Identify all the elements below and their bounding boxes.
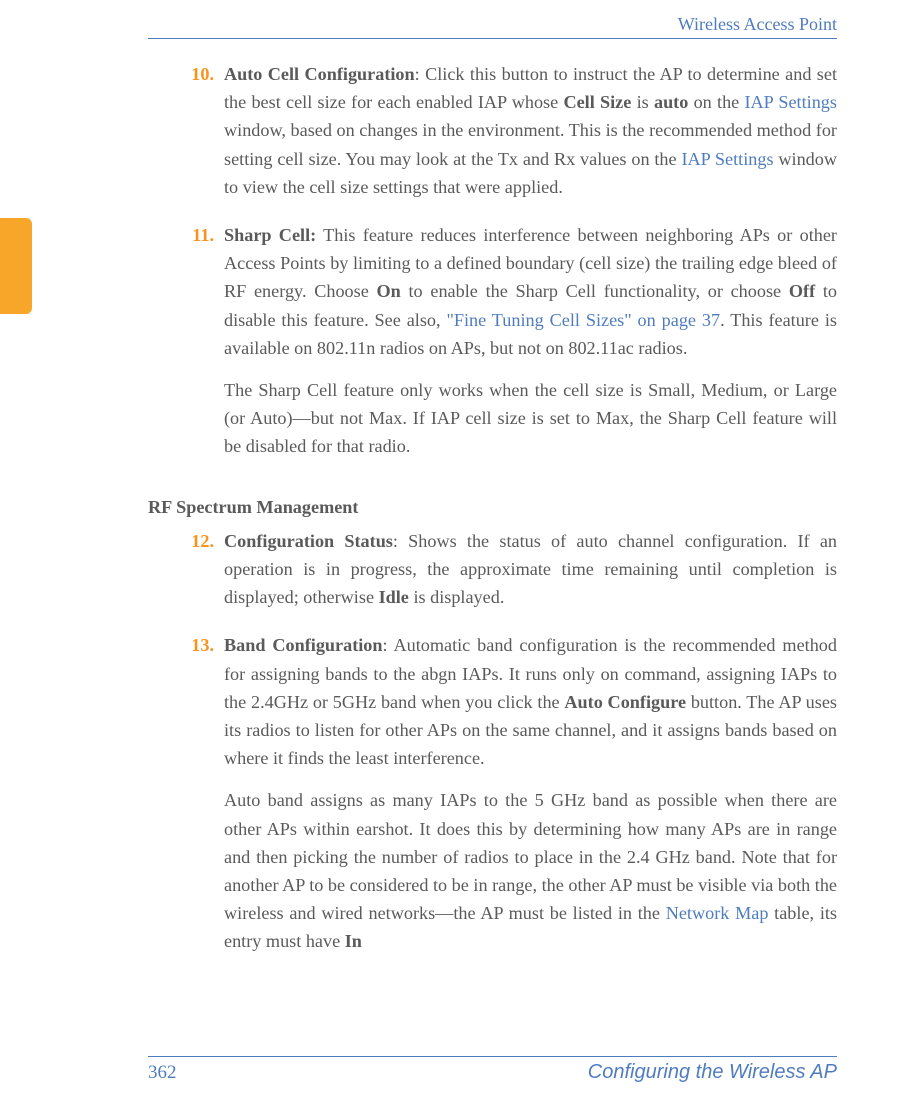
item-number: 10. xyxy=(176,60,214,88)
body-content: 10. Auto Cell Configuration: Click this … xyxy=(148,54,837,1024)
list-item-13: 13. Band Configuration: Automatic band c… xyxy=(148,631,837,969)
bold-text: Off xyxy=(789,281,815,301)
link-fine-tuning-cell-sizes[interactable]: "Fine Tuning Cell Sizes" on page 37 xyxy=(446,310,720,330)
bold-text: auto xyxy=(654,92,688,112)
paragraph: Auto Cell Configuration: Click this butt… xyxy=(224,60,837,201)
text: is xyxy=(631,92,654,112)
bold-text: On xyxy=(377,281,401,301)
item-body: Sharp Cell: This feature reduces interfe… xyxy=(224,221,837,475)
footer: 362 Configuring the Wireless AP xyxy=(148,1056,837,1084)
item-number: 12. xyxy=(176,527,214,555)
running-header: Wireless Access Point xyxy=(148,14,837,39)
link-iap-settings[interactable]: IAP Settings xyxy=(681,149,773,169)
term: Sharp Cell: xyxy=(224,225,316,245)
page-number: 362 xyxy=(148,1062,177,1084)
item-number: 11. xyxy=(176,221,214,249)
paragraph: The Sharp Cell feature only works when t… xyxy=(224,376,837,461)
section-heading: RF Spectrum Management xyxy=(148,493,837,521)
term: Band Configuration xyxy=(224,635,383,655)
link-network-map[interactable]: Network Map xyxy=(666,903,769,923)
item-number: 13. xyxy=(176,631,214,659)
paragraph: Sharp Cell: This feature reduces interfe… xyxy=(224,221,837,362)
page: Wireless Access Point 10. Auto Cell Conf… xyxy=(0,0,901,1114)
paragraph: Configuration Status: Shows the status o… xyxy=(224,527,837,612)
list-item-10: 10. Auto Cell Configuration: Click this … xyxy=(148,60,837,215)
bold-text: Cell Size xyxy=(563,92,631,112)
list-item-12: 12. Configuration Status: Shows the stat… xyxy=(148,527,837,626)
item-body: Auto Cell Configuration: Click this butt… xyxy=(224,60,837,215)
term: Auto Cell Configuration xyxy=(224,64,415,84)
paragraph: Band Configuration: Automatic band confi… xyxy=(224,631,837,772)
paragraph: Auto band assigns as many IAPs to the 5 … xyxy=(224,786,837,955)
link-iap-settings[interactable]: IAP Settings xyxy=(744,92,837,112)
item-body: Band Configuration: Automatic band confi… xyxy=(224,631,837,969)
footer-section: Configuring the Wireless AP xyxy=(588,1061,837,1084)
side-tab xyxy=(0,218,32,314)
list-item-11: 11. Sharp Cell: This feature reduces int… xyxy=(148,221,837,475)
text: is displayed. xyxy=(409,587,504,607)
bold-text: In xyxy=(345,931,362,951)
term: Configuration Status xyxy=(224,531,393,551)
header-title: Wireless Access Point xyxy=(678,14,837,34)
item-body: Configuration Status: Shows the status o… xyxy=(224,527,837,626)
bold-text: Auto Configure xyxy=(564,692,686,712)
bold-text: Idle xyxy=(379,587,409,607)
text: to enable the Sharp Cell functionality, … xyxy=(401,281,789,301)
text: on the xyxy=(688,92,744,112)
